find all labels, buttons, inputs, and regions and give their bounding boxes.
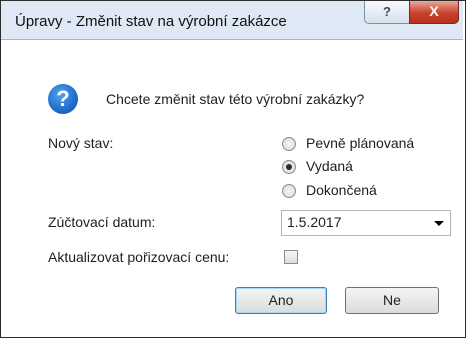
update-cost-label: Aktualizovat pořizovací cenu: bbox=[48, 249, 230, 265]
yes-button[interactable]: Ano bbox=[235, 287, 327, 314]
radio-button[interactable] bbox=[282, 137, 296, 151]
question-icon: ? bbox=[48, 84, 78, 114]
close-button[interactable]: X bbox=[409, 1, 459, 24]
posting-date-label: Zúčtovací datum: bbox=[48, 214, 156, 230]
window-title: Úpravy - Změnit stav na výrobní zakázce bbox=[15, 13, 287, 30]
question-text: Chcete změnit stav této výrobní zakázky? bbox=[106, 91, 365, 107]
new-state-label: Nový stav: bbox=[48, 135, 114, 151]
radio-label: Vydaná bbox=[306, 158, 353, 174]
radio-label: Pevně plánovaná bbox=[306, 135, 415, 151]
close-icon: X bbox=[429, 3, 439, 19]
radio-button-selected[interactable] bbox=[282, 160, 296, 174]
help-button[interactable]: ? bbox=[364, 1, 410, 24]
posting-date-dropdown[interactable]: 1.5.2017 bbox=[281, 210, 451, 236]
posting-date-value: 1.5.2017 bbox=[287, 214, 342, 230]
no-button[interactable]: Ne bbox=[345, 287, 439, 314]
radio-button[interactable] bbox=[282, 184, 296, 198]
help-icon: ? bbox=[383, 4, 391, 19]
radio-label: Dokončená bbox=[306, 182, 377, 198]
update-cost-checkbox[interactable] bbox=[284, 250, 298, 264]
title-bar[interactable]: Úpravy - Změnit stav na výrobní zakázce … bbox=[1, 1, 463, 40]
chevron-down-icon[interactable] bbox=[434, 221, 444, 226]
